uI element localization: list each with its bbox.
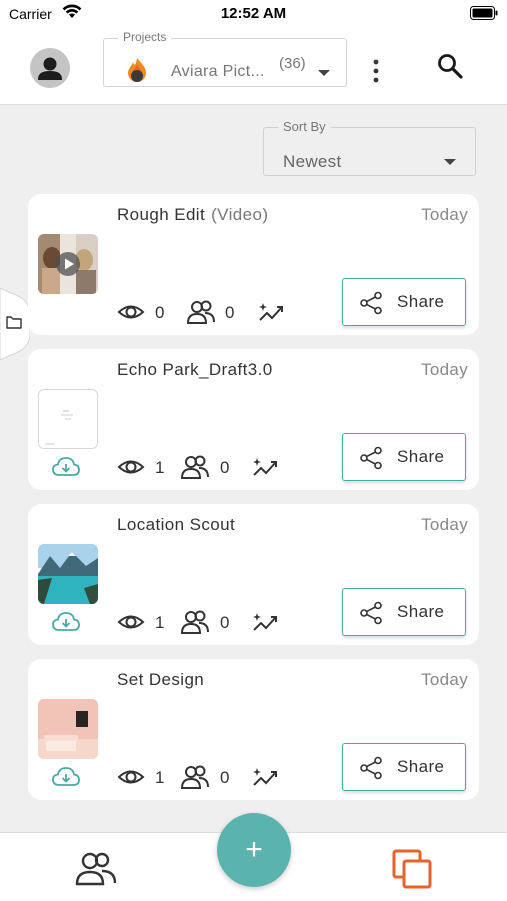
share-icon <box>360 601 382 625</box>
document-thumbnail[interactable] <box>38 389 98 449</box>
item-date: Today <box>421 360 468 379</box>
view-count: 1 <box>155 458 165 477</box>
activity-icon <box>259 303 283 321</box>
folder-drawer-tab[interactable] <box>0 288 30 360</box>
image-thumbnail[interactable] <box>38 699 98 759</box>
people-icon[interactable] <box>75 852 117 886</box>
share-icon <box>360 756 382 780</box>
project-selector[interactable]: Projects Aviara Pict... (36) <box>103 30 347 87</box>
search-icon[interactable] <box>436 52 464 80</box>
share-icon <box>360 291 382 315</box>
project-count: (36) <box>279 55 306 72</box>
chevron-down-icon <box>318 70 330 76</box>
eye-icon <box>117 770 145 784</box>
project-logo-icon <box>128 58 146 82</box>
copy-icon[interactable] <box>392 849 434 889</box>
share-label: Share <box>397 447 445 466</box>
chevron-down-icon <box>444 159 456 165</box>
item-date: Today <box>421 670 468 689</box>
sort-label: Sort By <box>278 119 331 134</box>
viewers-icon <box>181 455 209 479</box>
item-title-text: Echo Park_Draft3.0 <box>117 360 273 379</box>
share-label: Share <box>397 292 445 311</box>
item-title-text: Set Design <box>117 670 205 689</box>
item-date: Today <box>421 205 468 224</box>
cloud-download-icon[interactable] <box>52 766 80 788</box>
item-title: Set Design <box>117 670 204 690</box>
sort-value: Newest <box>283 152 342 171</box>
item-title-text: Rough Edit <box>117 205 206 224</box>
clock: 12:52 AM <box>220 5 287 22</box>
add-button[interactable]: + <box>217 813 291 887</box>
play-icon <box>56 252 80 276</box>
avatar[interactable] <box>30 48 70 88</box>
share-icon <box>360 446 382 470</box>
sort-dropdown[interactable]: Sort By Newest <box>263 119 476 176</box>
view-count: 1 <box>155 613 165 632</box>
viewers-icon <box>181 765 209 789</box>
eye-icon <box>117 460 145 474</box>
view-count: 1 <box>155 768 165 787</box>
status-bar: Carrier 12:52 AM <box>0 0 507 28</box>
share-label: Share <box>397 602 445 621</box>
viewer-count: 0 <box>220 613 230 632</box>
viewer-count: 0 <box>220 768 230 787</box>
viewers-icon <box>181 610 209 634</box>
battery-icon <box>470 6 498 20</box>
share-button[interactable]: Share <box>342 588 466 636</box>
projects-label: Projects <box>118 30 172 44</box>
activity-icon <box>253 613 277 631</box>
eye-icon <box>117 615 145 629</box>
cloud-download-icon[interactable] <box>52 456 80 478</box>
item-title: Location Scout <box>117 515 235 535</box>
list-item[interactable]: Location Scout Today 1 0 Share <box>28 504 479 645</box>
item-date: Today <box>421 515 468 534</box>
list-item[interactable]: Echo Park_Draft3.0 Today 1 0 Share <box>28 349 479 490</box>
share-button[interactable]: Share <box>342 278 466 326</box>
share-button[interactable]: Share <box>342 743 466 791</box>
view-count: 0 <box>155 303 165 322</box>
eye-icon <box>117 305 145 319</box>
kebab-menu-icon[interactable] <box>368 58 384 84</box>
viewer-count: 0 <box>225 303 235 322</box>
activity-icon <box>253 768 277 786</box>
share-label: Share <box>397 757 445 776</box>
avatar-icon <box>38 57 62 80</box>
share-button[interactable]: Share <box>342 433 466 481</box>
item-title-text: Location Scout <box>117 515 236 534</box>
video-thumbnail[interactable] <box>38 234 98 294</box>
viewers-icon <box>187 300 215 324</box>
image-thumbnail[interactable] <box>38 544 98 604</box>
item-title: Echo Park_Draft3.0 <box>117 360 273 380</box>
cloud-download-icon[interactable] <box>52 611 80 633</box>
list-item[interactable]: Rough Edit (Video) Today 0 0 Share <box>28 194 479 335</box>
activity-icon <box>253 458 277 476</box>
list-item[interactable]: Set Design Today 1 0 Share <box>28 659 479 800</box>
item-subtitle: (Video) <box>211 205 269 224</box>
viewer-count: 0 <box>220 458 230 477</box>
plus-icon: + <box>245 833 263 866</box>
item-title: Rough Edit (Video) <box>117 205 268 225</box>
top-bar: Projects Aviara Pict... (36) <box>0 28 507 105</box>
project-name: Aviara Pict... <box>171 63 265 80</box>
